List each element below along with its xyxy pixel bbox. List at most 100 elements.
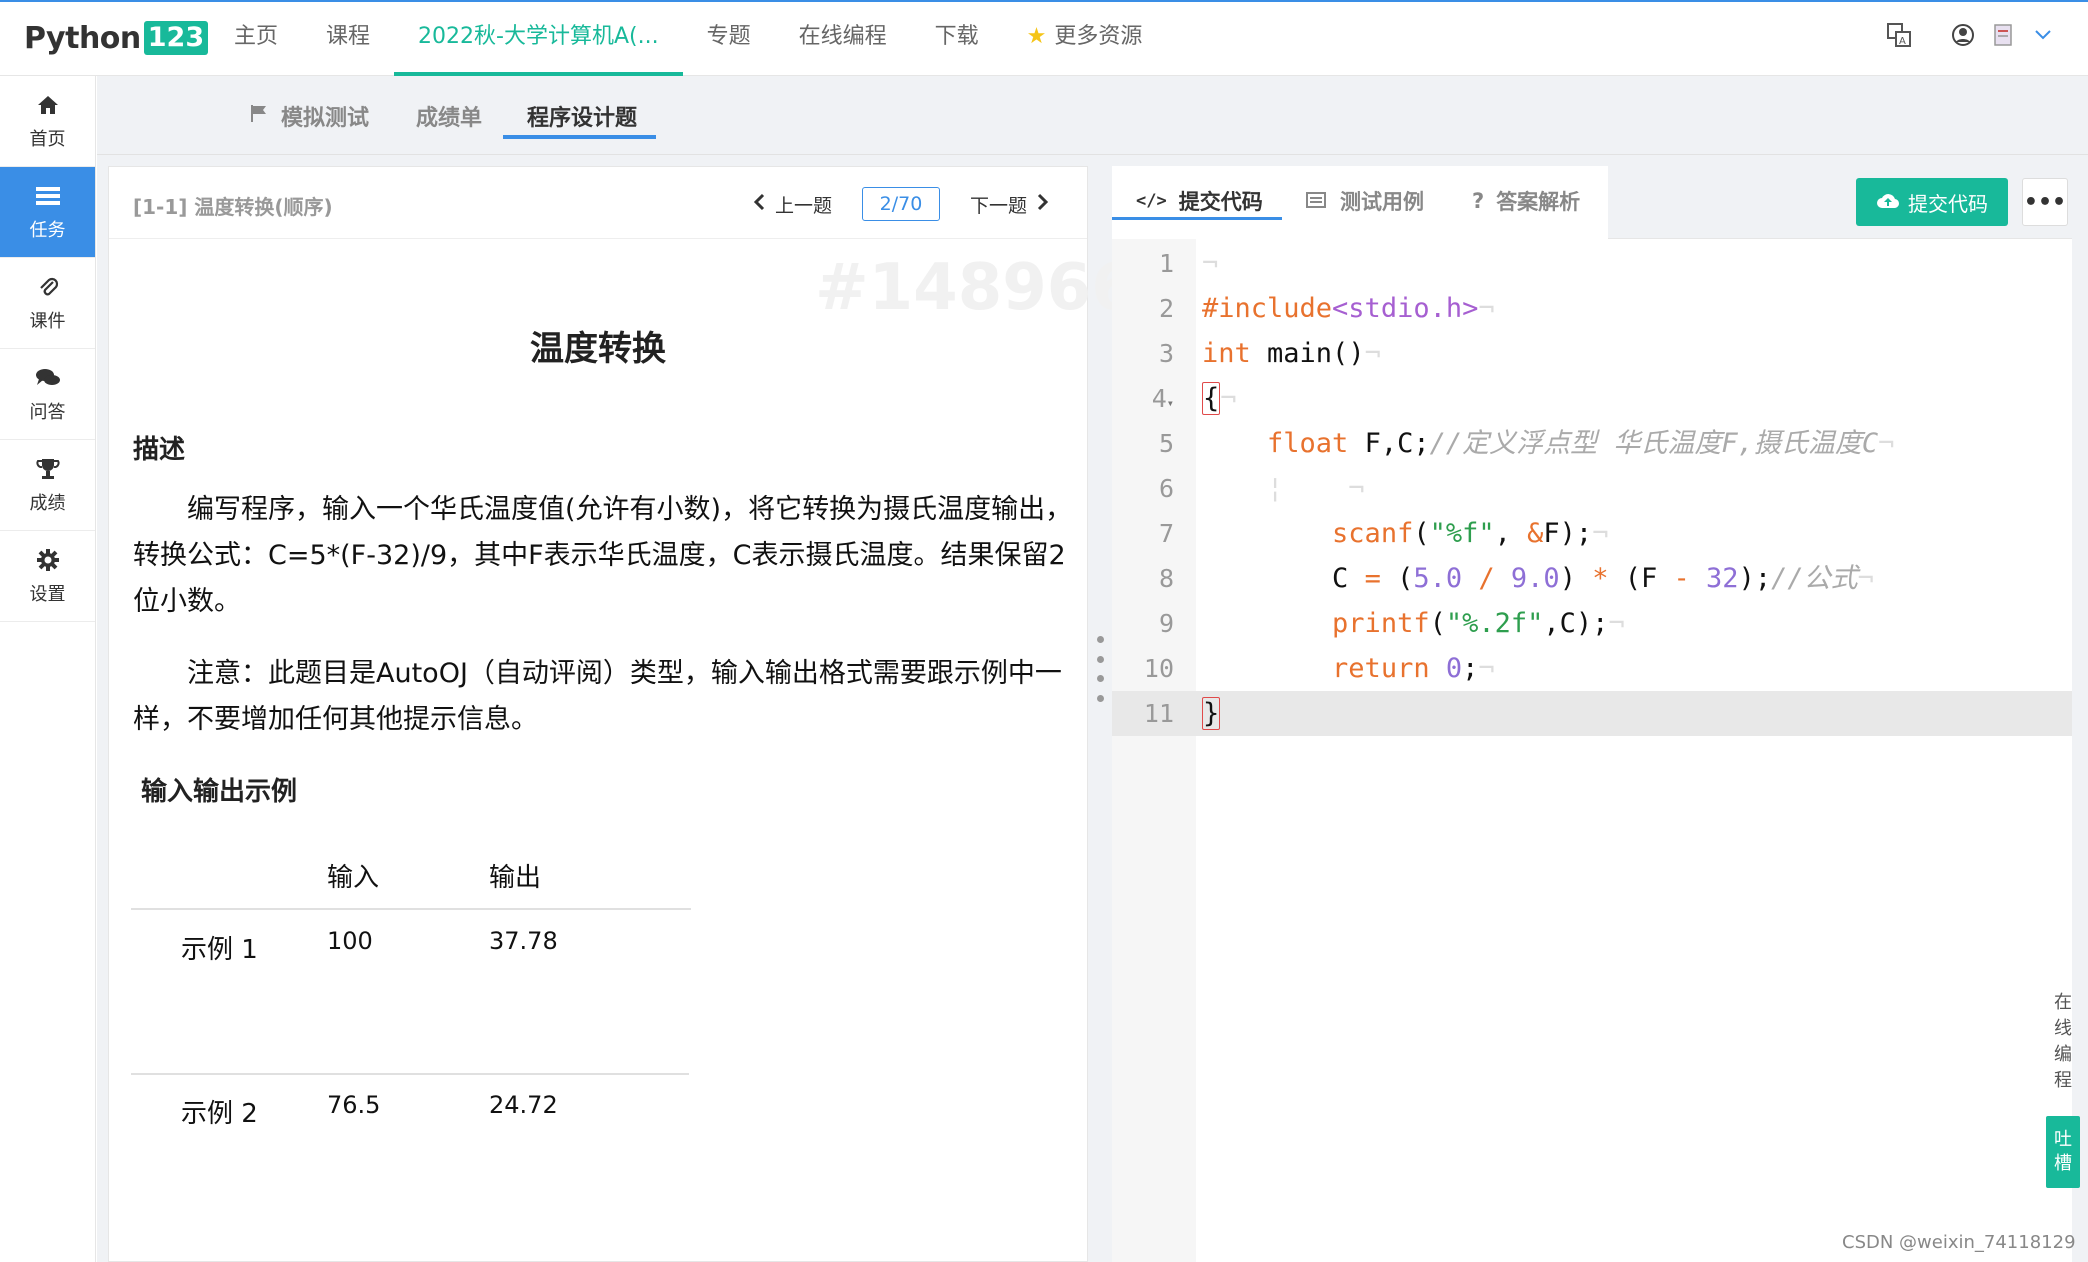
table-divider <box>131 908 691 910</box>
sidebar-item-courseware[interactable]: 课件 <box>0 258 95 349</box>
description-paragraph-2: 注意：此题目是AutoOJ（自动评阅）类型，输入输出格式需要跟示例中一样，不要增… <box>133 658 1062 735</box>
line-number: 8 <box>1158 564 1174 593</box>
problem-panel: [1-1] 温度转换(顺序) 上一题 2/70 下一题 #148966 温度转换… <box>108 166 1136 1262</box>
tab-label: 模拟测试 <box>281 106 370 131</box>
line-number: 7 <box>1158 519 1174 548</box>
sidebar-item-label: 课件 <box>29 311 66 332</box>
sidebar-item-settings[interactable]: 设置 <box>0 531 95 622</box>
nav-courses[interactable]: 课程 <box>302 2 394 76</box>
panel-resize-handle[interactable] <box>1096 636 1104 702</box>
code-line: 7 scanf("%f", &F);¬ <box>1112 511 2072 556</box>
tab-mock-test[interactable]: 模拟测试 <box>249 100 369 132</box>
tab-label: 答案解析 <box>1496 190 1581 214</box>
trophy-icon <box>35 455 60 483</box>
sidebar-item-grades[interactable]: 成绩 <box>0 440 95 531</box>
example-input: 100 <box>327 927 373 955</box>
tab-answer-analysis[interactable]: ? 答案解析 <box>1472 186 1580 216</box>
sidebar-item-qa[interactable]: 问答 <box>0 349 95 440</box>
sidebar-item-home[interactable]: 首页 <box>0 76 95 167</box>
top-right-icons: A <box>1884 20 2058 50</box>
line-number: 10 <box>1143 654 1174 683</box>
nav-current-course[interactable]: 2022秋-大学计算机A(... <box>394 2 683 76</box>
tab-submit-code[interactable]: </> 提交代码 <box>1136 186 1263 216</box>
star-icon: ★ <box>1026 24 1047 49</box>
code-editor[interactable]: 1 ¬ 2 #include<stdio.h>¬ 3 int main()¬ 4… <box>1112 239 2072 1262</box>
flag-icon <box>249 103 269 129</box>
top-navbar: Python 123 主页 课程 2022秋-大学计算机A(... 专题 在线编… <box>0 0 2088 76</box>
python123-logo[interactable]: Python 123 <box>24 16 209 60</box>
fold-arrow-icon[interactable]: ▾ <box>1167 396 1174 410</box>
tab-grade-sheet[interactable]: 成绩单 <box>416 100 482 132</box>
description-heading: 描述 <box>133 435 186 465</box>
code-text: float F,C;//定义浮点型 华氏温度F,摄氏温度C¬ <box>1267 428 1895 459</box>
nav-more-resources[interactable]: ★ 更多资源 <box>1003 2 1167 76</box>
code-text: printf("%.2f",C);¬ <box>1332 608 1625 639</box>
logo-number: 123 <box>143 21 209 55</box>
next-problem-button[interactable]: 下一题 <box>970 191 1049 218</box>
feedback-float-button[interactable]: 吐槽 <box>2046 1116 2080 1188</box>
code-text: C = (5.0 / 9.0) * (F - 32);//公式¬ <box>1202 563 1874 594</box>
example-output: 24.72 <box>489 1091 558 1119</box>
sidebar-item-tasks[interactable]: 任务 <box>0 167 95 258</box>
code-line: 8 C = (5.0 / 9.0) * (F - 32);//公式¬ <box>1112 556 2072 601</box>
translate-icon[interactable]: A <box>1884 20 1914 50</box>
code-line: 6 ¦ ¬ <box>1112 466 2072 511</box>
problem-id-watermark: #148966 <box>815 251 1136 325</box>
code-icon: </> <box>1136 191 1167 211</box>
code-line: 10 return 0;¬ <box>1112 646 2072 691</box>
submit-code-button[interactable]: 提交代码 <box>1856 178 2008 226</box>
line-number: 3 <box>1158 339 1174 368</box>
more-options-button[interactable]: ••• <box>2022 178 2068 226</box>
example-output: 37.78 <box>489 927 558 955</box>
sidebar-item-label: 成绩 <box>29 493 66 514</box>
nav-online-coding[interactable]: 在线编程 <box>775 2 911 76</box>
nav-more-resources-label: 更多资源 <box>1054 24 1143 49</box>
example-label: 示例 2 <box>181 1099 258 1129</box>
active-tab-underline <box>1112 217 1282 220</box>
problem-header: [1-1] 温度转换(顺序) 上一题 2/70 下一题 <box>109 167 1087 239</box>
code-text: } <box>1202 697 1221 730</box>
sidebar-item-label: 任务 <box>29 220 66 241</box>
code-text: scanf("%f", &F);¬ <box>1332 518 1609 549</box>
nav-download[interactable]: 下载 <box>911 2 1003 76</box>
io-header-input: 输入 <box>327 863 380 893</box>
question-icon: ? <box>1472 189 1485 213</box>
sidebar-item-label: 设置 <box>29 584 66 605</box>
line-number-value: 4 <box>1151 384 1167 413</box>
document-icon[interactable] <box>1988 20 2018 50</box>
tab-test-cases[interactable]: 测试用例 <box>1306 186 1424 216</box>
tab-label: 提交代码 <box>1178 190 1263 214</box>
nav-home[interactable]: 主页 <box>210 2 302 76</box>
sidebar-item-label: 问答 <box>29 402 66 423</box>
csdn-watermark: CSDN @weixin_74118129 <box>1842 1232 2076 1253</box>
description-paragraph-1: 编写程序，输入一个华氏温度值(允许有小数)，将它转换为摄氏温度输出，转换公式：C… <box>133 494 1073 617</box>
code-text: {¬ <box>1202 382 1237 415</box>
code-line: 3 int main()¬ <box>1112 331 2072 376</box>
prev-problem-button[interactable]: 上一题 <box>753 191 832 218</box>
line-number: 9 <box>1158 609 1174 638</box>
subtab-bar: 模拟测试 成绩单 程序设计题 <box>97 77 2088 155</box>
page-indicator[interactable]: 2/70 <box>861 187 940 221</box>
code-panel: </> 提交代码 测试用例 ? 答案解析 提交代码 ••• 1 ¬ 2 #inc… <box>1112 166 2072 1262</box>
code-line-active: 11 } <box>1112 691 2072 736</box>
tab-label: 成绩单 <box>416 106 483 131</box>
home-icon <box>36 91 60 119</box>
user-avatar-icon[interactable] <box>1948 20 1978 50</box>
paperclip-icon <box>37 273 59 301</box>
gear-icon <box>36 546 60 574</box>
left-sidebar: 首页 任务 课件 问答 成绩 设置 <box>0 76 96 1262</box>
chevron-down-icon[interactable] <box>2028 20 2058 50</box>
code-line: 1 ¬ <box>1112 241 2072 286</box>
chevron-left-icon <box>753 193 765 216</box>
sidebar-item-label: 首页 <box>29 129 66 150</box>
list-icon <box>1306 189 1326 213</box>
table-divider <box>131 1073 689 1075</box>
nav-topics[interactable]: 专题 <box>683 2 775 76</box>
online-coding-float-button[interactable]: 在线编程 <box>2048 990 2078 1094</box>
line-number: 6 <box>1158 474 1174 503</box>
problem-id-title: [1-1] 温度转换(顺序) <box>133 195 333 219</box>
svg-text:A: A <box>1899 36 1906 47</box>
line-number: 5 <box>1158 429 1174 458</box>
tab-programming[interactable]: 程序设计题 <box>527 100 637 132</box>
tab-label: 程序设计题 <box>527 106 638 131</box>
